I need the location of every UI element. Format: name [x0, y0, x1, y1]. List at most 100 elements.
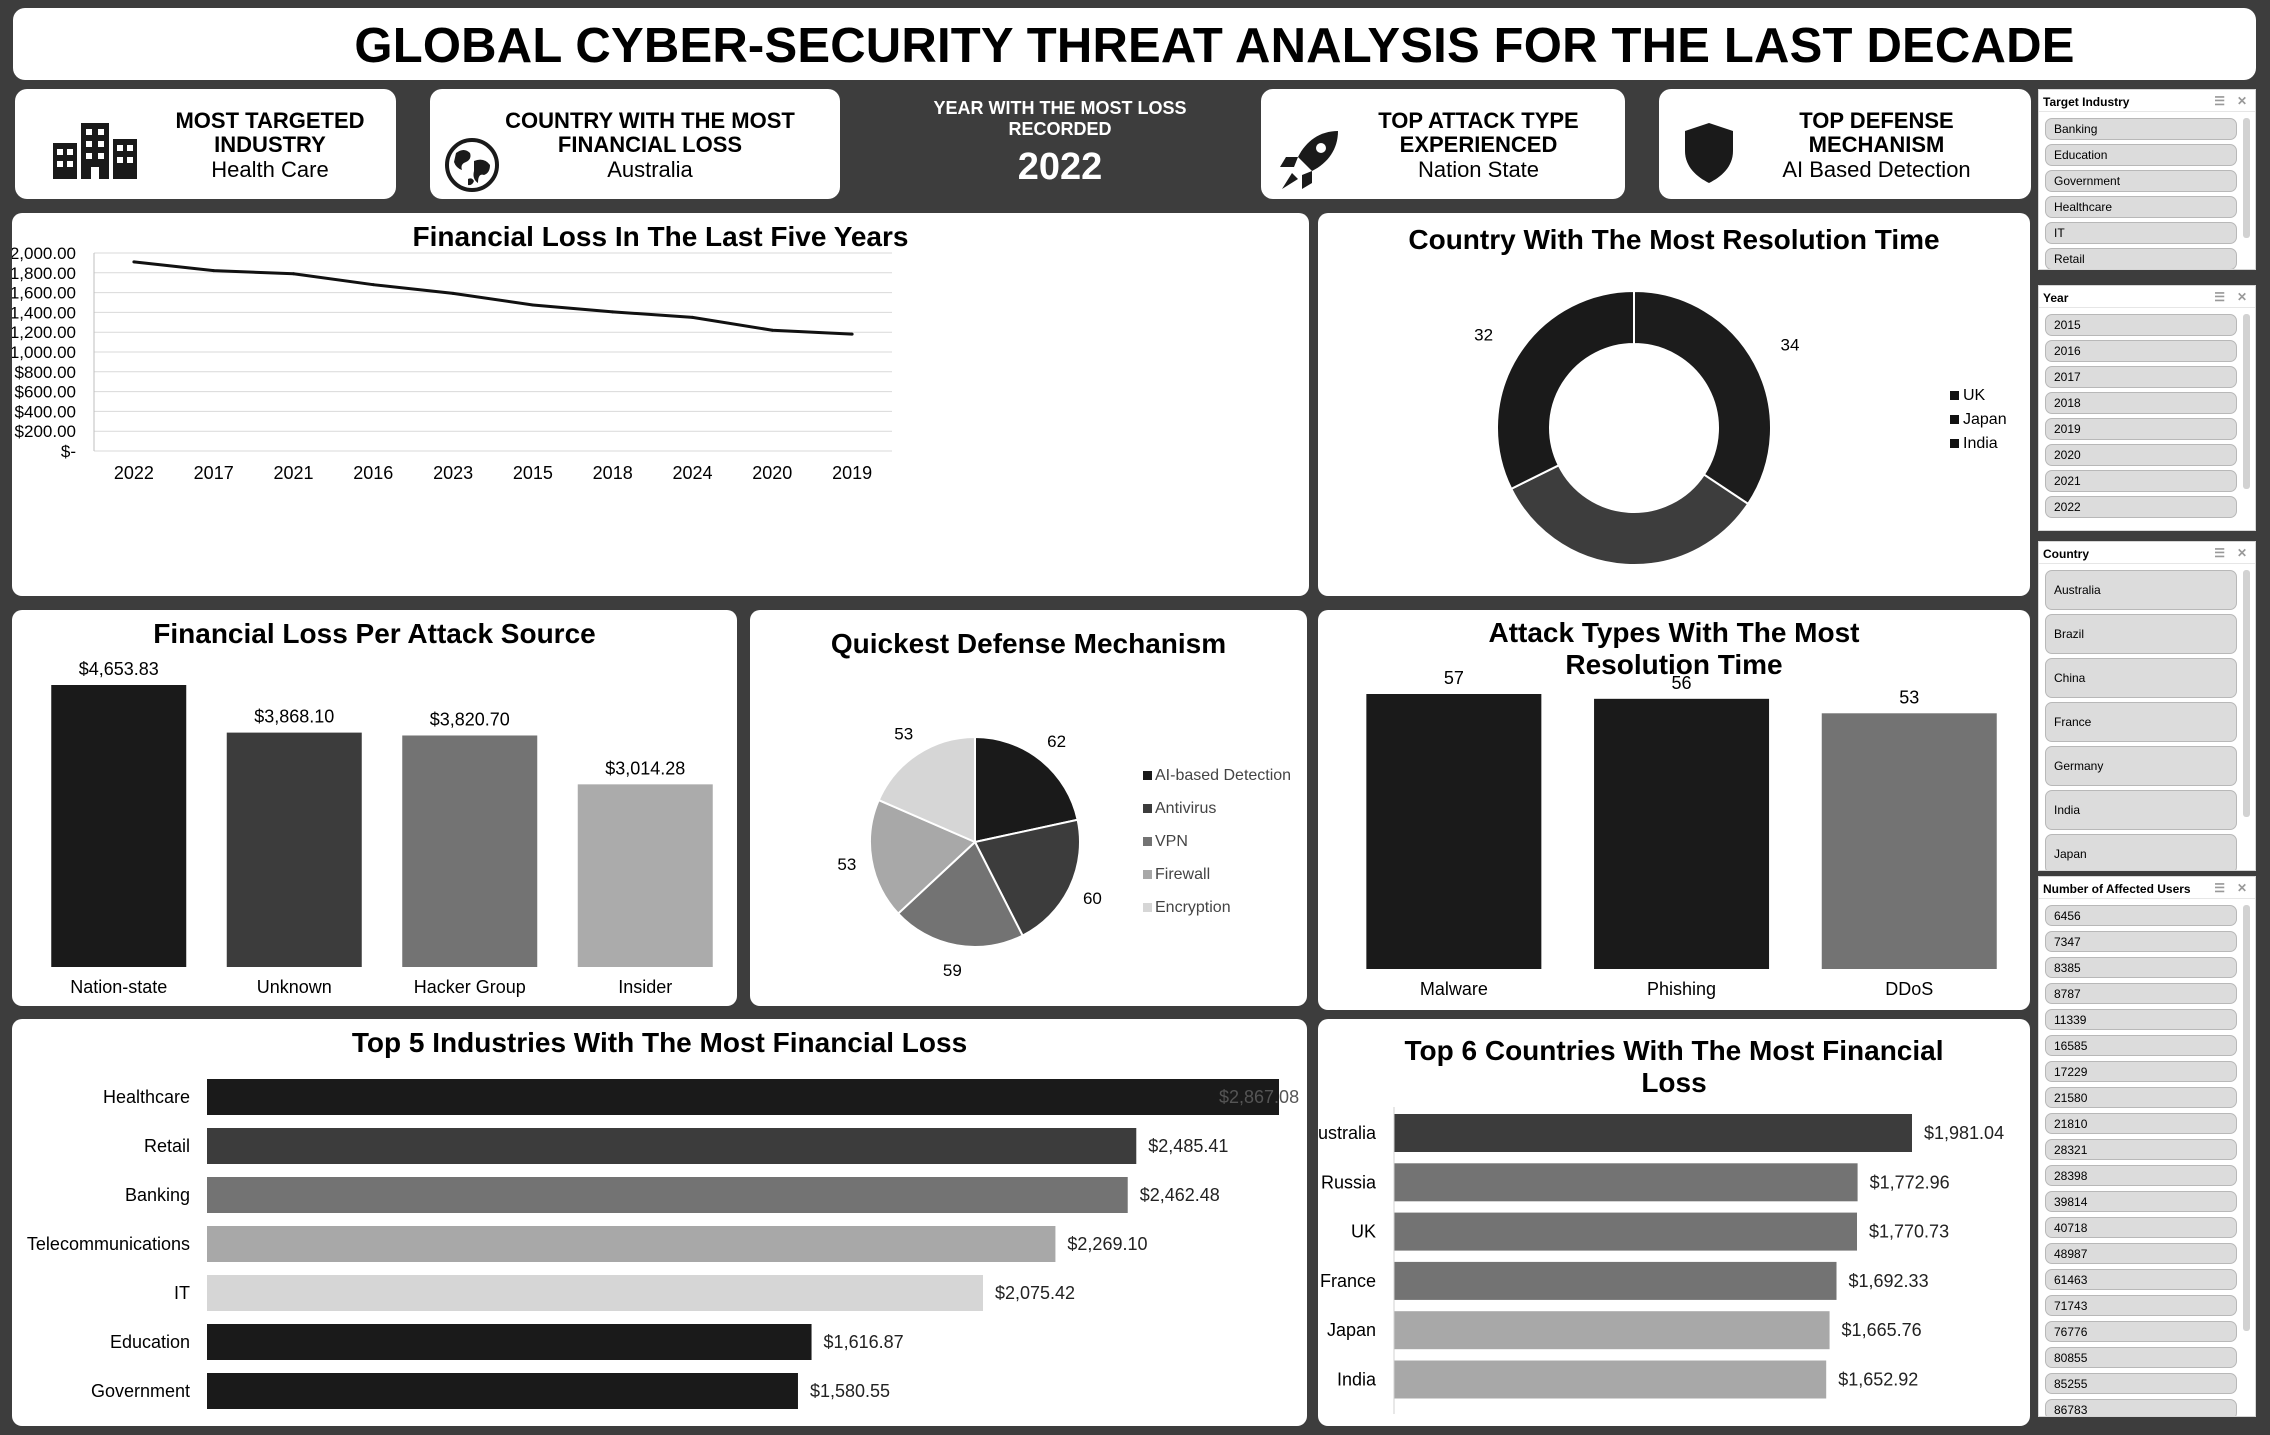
slicer-country[interactable]: Country ☰ ✕ Australia Brazil China France Germa… [2038, 541, 2256, 871]
bar [1594, 698, 1770, 969]
slicer-scrollbar[interactable] [2243, 570, 2250, 817]
slicer-item[interactable]: Healthcare [2045, 196, 2237, 218]
slicer-item[interactable]: Japan [2045, 834, 2237, 870]
multi-select-icon[interactable]: ☰ [2214, 94, 2225, 108]
slicer-item[interactable]: Education [2045, 144, 2237, 166]
data-label: $1,981.04 [1924, 1123, 2004, 1143]
slicer-item[interactable]: 2015 [2045, 314, 2237, 336]
slicer-item[interactable]: 76776 [2045, 1321, 2237, 1342]
industries-chart-panel: Top 5 Industries With The Most Financial… [12, 1019, 1307, 1426]
slicer-item[interactable]: 71743 [2045, 1295, 2237, 1316]
slicer-item[interactable]: 17229 [2045, 1061, 2237, 1082]
slicer-item[interactable]: Banking [2045, 118, 2237, 140]
data-point [531, 303, 535, 307]
legend-label: UK [1963, 387, 1986, 404]
slicer-item[interactable]: 48987 [2045, 1243, 2237, 1264]
data-point [132, 260, 136, 264]
clear-filter-icon[interactable]: ✕ [2237, 290, 2247, 304]
data-label: $3,014.28 [605, 758, 685, 778]
slicer-item[interactable]: 2018 [2045, 392, 2237, 414]
slicer-item[interactable]: China [2045, 658, 2237, 698]
slicer-item[interactable]: IT [2045, 222, 2237, 244]
slicer-year[interactable]: Year ☰ ✕ 2015 2016 2017 2018 2019 2020 2021 2022 [2038, 285, 2256, 531]
slicer-item[interactable]: 8385 [2045, 957, 2237, 978]
slicer-item[interactable]: 6456 [2045, 905, 2237, 926]
slicer-item[interactable]: Australia [2045, 570, 2237, 610]
slicer-item[interactable]: Brazil [2045, 614, 2237, 654]
multi-select-icon[interactable]: ☰ [2214, 290, 2225, 304]
data-point [292, 272, 295, 276]
bar [1394, 1360, 1827, 1399]
data-label: $3,820.70 [430, 709, 510, 729]
slicer-item[interactable]: 39814 [2045, 1191, 2237, 1212]
slicer-item-list: 2015 2016 2017 2018 2019 2020 2021 2022 [2045, 314, 2237, 522]
slicer-item[interactable]: 2022 [2045, 496, 2237, 518]
slicer-item[interactable]: 80855 [2045, 1347, 2237, 1368]
y-tick-label: $1,000.00 [12, 343, 76, 362]
kpi-year-block: YEAR WITH THE MOST LOSS RECORDED 2022 [895, 98, 1225, 189]
slice [1496, 289, 1635, 491]
data-label: $1,580.55 [810, 1381, 890, 1401]
bar [1366, 694, 1542, 969]
slicer-scrollbar[interactable] [2243, 118, 2250, 238]
slicer-target-industry[interactable]: Target Industry ☰ ✕ Banking Education Governm… [2038, 89, 2256, 270]
slicer-item[interactable]: Germany [2045, 746, 2237, 786]
bar [1394, 1163, 1858, 1202]
kpi-defense-card: TOP DEFENSE MECHANISM AI Based Detection [1659, 89, 2031, 199]
slicer-scrollbar[interactable] [2243, 905, 2250, 1331]
clear-filter-icon[interactable]: ✕ [2237, 881, 2247, 895]
slicer-item[interactable]: 7347 [2045, 931, 2237, 952]
kpi-country-card: COUNTRY WITH THE MOST FINANCIAL LOSS Aus… [430, 89, 840, 199]
attack-chart-panel: Attack Types With The Most Resolution Ti… [1318, 610, 2030, 1010]
slicer-item[interactable]: 28398 [2045, 1165, 2237, 1186]
slicer-affected-users[interactable]: Number of Affected Users ☰ ✕ 6456 7347 8385 87… [2038, 876, 2256, 1417]
dashboard-title: GLOBAL CYBER-SECURITY THREAT ANALYSIS FO… [354, 19, 2075, 73]
slicer-item[interactable]: 2016 [2045, 340, 2237, 362]
slicer-item[interactable]: 85255 [2045, 1373, 2237, 1394]
x-tick-label: 2015 [513, 463, 553, 483]
slicer-item[interactable]: Retail [2045, 248, 2237, 269]
slicer-item[interactable]: 61463 [2045, 1269, 2237, 1290]
data-label: $2,867.08 [1219, 1087, 1299, 1107]
slicer-item[interactable]: 2017 [2045, 366, 2237, 388]
data-label: 53 [837, 855, 856, 874]
multi-select-icon[interactable]: ☰ [2214, 546, 2225, 560]
slicer-item[interactable]: India [2045, 790, 2237, 830]
category-label: IT [174, 1283, 190, 1303]
y-tick-label: $1,400.00 [12, 303, 76, 322]
kpi-industry-title: MOST TARGETED INDUSTRY [175, 108, 365, 157]
legend-label: Antivirus [1155, 800, 1216, 817]
slicer-item[interactable]: 2019 [2045, 418, 2237, 440]
category-label: Malware [1420, 979, 1488, 999]
data-label: $1,652.92 [1838, 1370, 1918, 1390]
data-label: $1,665.76 [1842, 1320, 1922, 1340]
data-point [212, 269, 216, 273]
category-label: Russia [1321, 1172, 1377, 1192]
slicer-item[interactable]: 16585 [2045, 1035, 2237, 1056]
slicer-item[interactable]: France [2045, 702, 2237, 742]
kpi-industry-value: Health Care [211, 157, 329, 182]
legend-label: AI-based Detection [1155, 767, 1291, 784]
slicer-item[interactable]: 2021 [2045, 470, 2237, 492]
clear-filter-icon[interactable]: ✕ [2237, 94, 2247, 108]
slicer-scrollbar[interactable] [2243, 314, 2250, 489]
category-label: Banking [125, 1185, 190, 1205]
multi-select-icon[interactable]: ☰ [2214, 881, 2225, 895]
slicer-item[interactable]: 8787 [2045, 983, 2237, 1004]
slicer-item[interactable]: 40718 [2045, 1217, 2237, 1238]
slicer-item[interactable]: 28321 [2045, 1139, 2237, 1160]
y-tick-label: $400.00 [15, 402, 76, 421]
slicer-item[interactable]: 2020 [2045, 444, 2237, 466]
slicer-item[interactable]: 21580 [2045, 1087, 2237, 1108]
x-tick-label: 2018 [593, 463, 633, 483]
data-label: $2,485.41 [1148, 1136, 1228, 1156]
data-label: 32 [1474, 326, 1493, 345]
clear-filter-icon[interactable]: ✕ [2237, 546, 2247, 560]
slicer-item[interactable]: 21810 [2045, 1113, 2237, 1134]
slicer-item[interactable]: 86783 [2045, 1399, 2237, 1416]
slicer-item[interactable]: 11339 [2045, 1009, 2237, 1030]
data-label: $1,692.33 [1849, 1271, 1929, 1291]
slicer-title: Number of Affected Users [2043, 882, 2191, 896]
bar [1394, 1212, 1858, 1251]
slicer-item[interactable]: Government [2045, 170, 2237, 192]
